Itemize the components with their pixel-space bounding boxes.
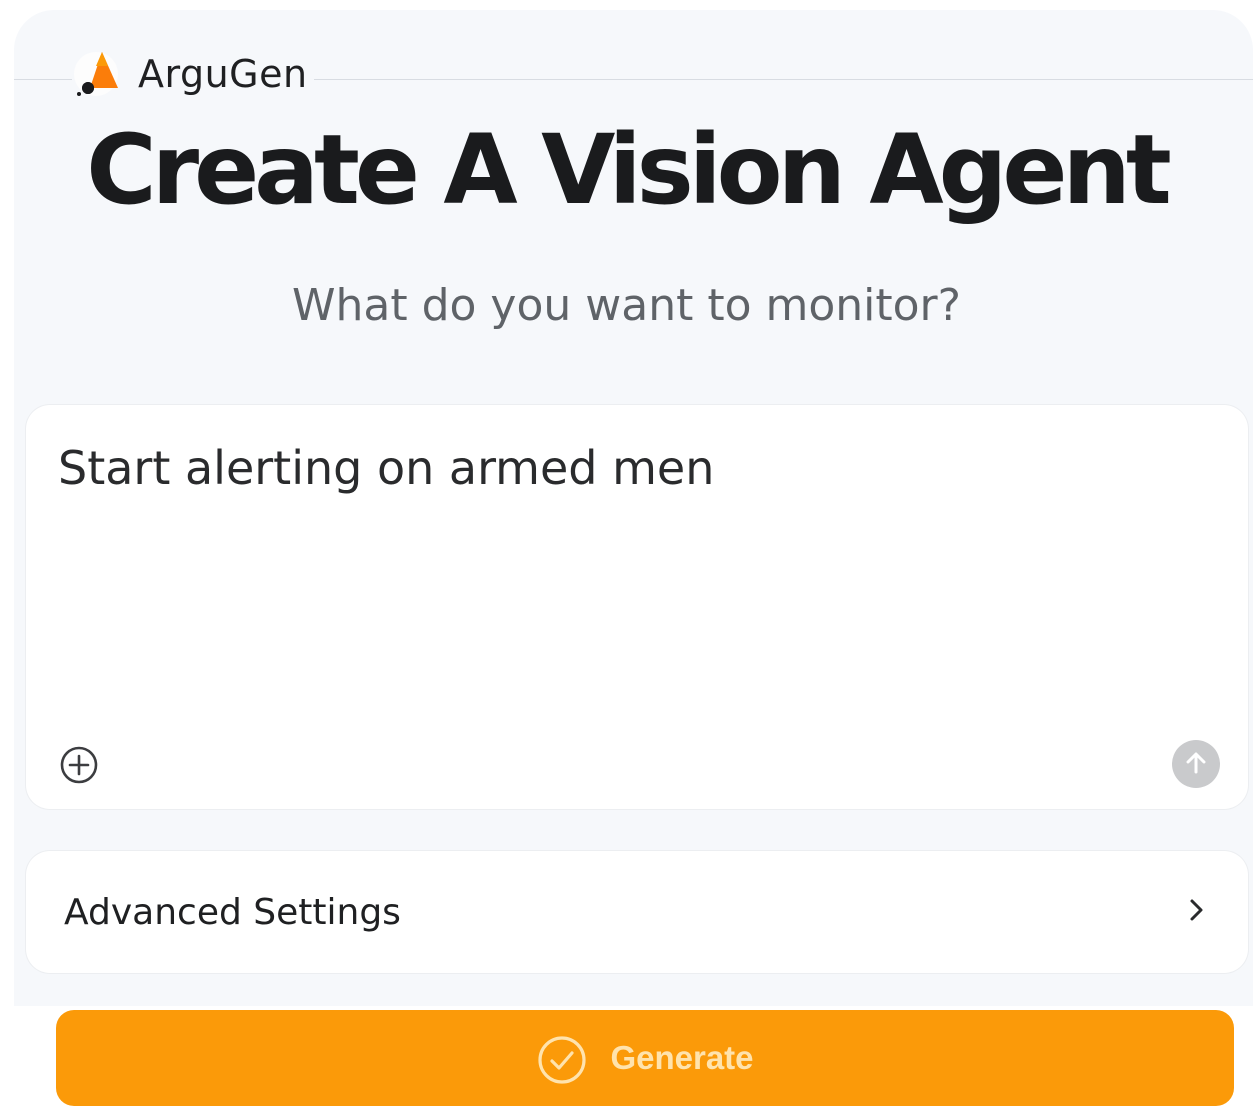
arrow-up-icon [1182, 749, 1210, 780]
check-circle-icon [536, 1034, 588, 1089]
prompt-card: Start alerting on armed men [26, 405, 1248, 809]
plus-circle-icon [58, 746, 100, 789]
advanced-settings-label: Advanced Settings [64, 891, 401, 933]
attach-button[interactable] [58, 744, 100, 786]
page-title: Create A Vision Agent [86, 114, 1171, 226]
prompt-input[interactable]: Start alerting on armed men [58, 441, 1208, 721]
argugen-logo-icon [72, 48, 124, 100]
page-subtitle: What do you want to monitor? [291, 280, 961, 331]
brand[interactable]: ArguGen [72, 48, 314, 100]
chevron-right-icon [1186, 895, 1208, 929]
generate-label: Generate [610, 1039, 754, 1076]
brand-name: ArguGen [138, 52, 308, 96]
advanced-settings-toggle[interactable]: Advanced Settings [26, 851, 1248, 973]
send-button[interactable] [1172, 740, 1220, 788]
generate-button[interactable]: Generate [56, 1010, 1234, 1106]
